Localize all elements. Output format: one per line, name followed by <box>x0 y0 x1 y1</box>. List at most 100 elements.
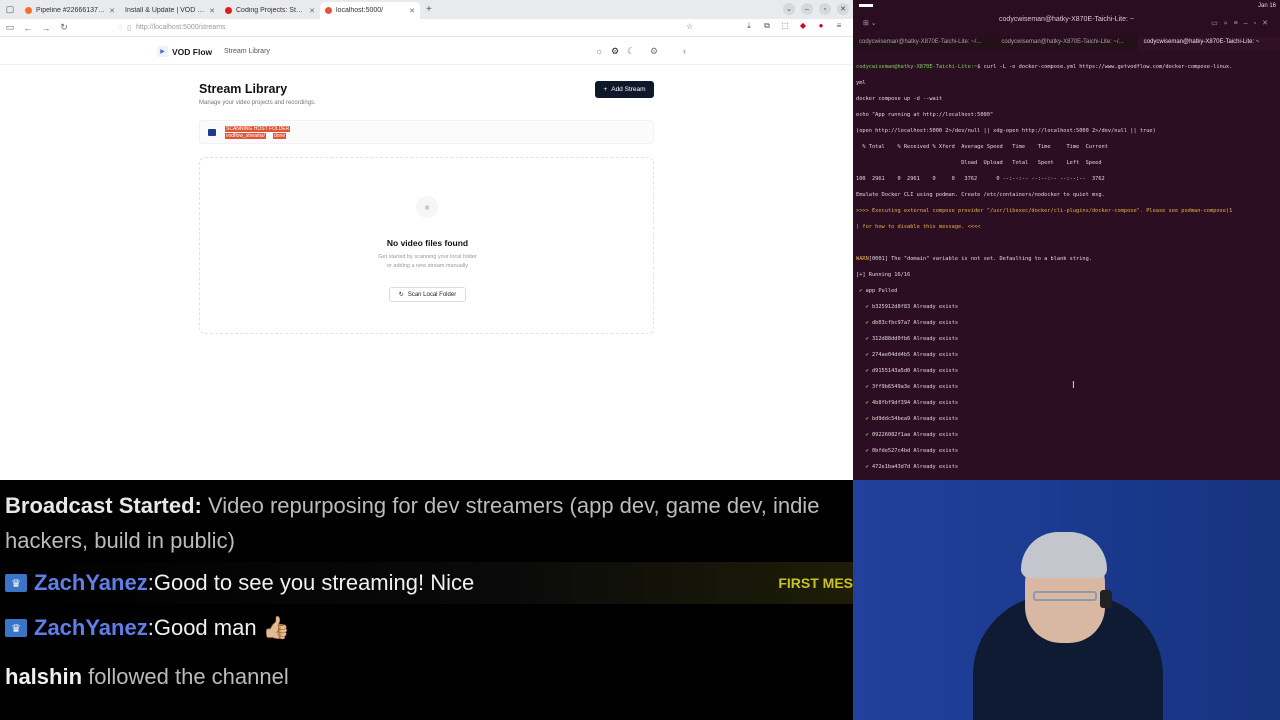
terminal-window: Jan 16 ⊞ ⌄ codycwiseman@hatky-X870E-Taic… <box>853 0 1280 480</box>
desktop: ▢ Pipeline #2266613707 · c ✕ Install & U… <box>0 0 1280 720</box>
crown-badge-icon: ♛ <box>5 619 27 637</box>
chat-username: ZachYanez <box>34 615 148 640</box>
tab-title: Install & Update | VOD Flow · r <box>125 7 205 14</box>
bookmark-star-icon[interactable]: ☆ <box>686 22 693 31</box>
empty-state-text: Get started by scanning your local folde… <box>378 254 477 260</box>
dark-theme-icon[interactable]: ☾ <box>627 46 635 57</box>
follow-alert: halshin followed the channel <box>5 664 289 690</box>
tab-title: localhost:5000/ <box>336 7 384 14</box>
tab-title: Pipeline #2266613707 · c <box>36 7 106 14</box>
page-info-icon: ▯ <box>127 24 132 32</box>
headset <box>1100 590 1112 608</box>
terminal-tab[interactable]: codycwiseman@hatky-X870E-Taichi-Lite: ~/… <box>853 37 995 50</box>
collapse-chevron-icon[interactable]: ‹ <box>683 46 686 56</box>
back-icon[interactable]: ← <box>20 20 36 36</box>
chat-text: Good to see you streaming! Nice <box>153 570 475 595</box>
address-bar[interactable]: ◌ ▯ http://localhost:5000/streams <box>118 21 703 34</box>
chat-message: ♛ ZachYanez : Good to see you streaming!… <box>0 562 853 604</box>
chat-text: Good man 👍🏼 <box>153 615 291 640</box>
plus-icon: + <box>603 86 608 93</box>
window-controls: ⌄ – ▫ ✕ <box>783 3 849 15</box>
browser-tab-localhost[interactable]: localhost:5000/ ✕ <box>320 2 420 19</box>
maximize-icon[interactable]: ▫ <box>819 3 831 15</box>
youtube-favicon-icon <box>225 7 232 14</box>
clock: Jan 16 <box>1257 3 1276 9</box>
tab-list-icon[interactable]: ⌄ <box>783 3 795 15</box>
browser-tab-pipeline[interactable]: Pipeline #2266613707 · c ✕ <box>20 2 120 19</box>
close-window-icon[interactable]: ✕ <box>837 3 849 15</box>
localhost-favicon-icon <box>325 7 332 14</box>
stream-chat-overlay: Broadcast Started: Video repurposing for… <box>0 480 853 720</box>
profile-icon[interactable]: ● <box>815 21 827 31</box>
gitlab-favicon-icon <box>25 7 32 14</box>
follow-text: followed the channel <box>88 664 289 689</box>
close-tab-icon[interactable]: ✕ <box>109 7 115 15</box>
light-theme-icon[interactable]: ☼ <box>595 46 603 56</box>
sidebar-toggle-icon[interactable]: ▭ <box>2 20 18 36</box>
browser-tab-bar: ▢ Pipeline #2266613707 · c ✕ Install & U… <box>0 0 853 19</box>
ublock-icon[interactable]: ◆ <box>797 21 809 31</box>
url-text: http://localhost:5000/streams <box>136 24 226 31</box>
browser-tab-install[interactable]: Install & Update | VOD Flow · r ✕ <box>120 2 220 19</box>
empty-state-card: ■ No video files found Get started by sc… <box>199 157 654 334</box>
page-title: Stream Library <box>199 82 288 96</box>
browser-tab-coding-projects[interactable]: Coding Projects: Stream ✕ <box>220 2 320 19</box>
scan-local-folder-button[interactable]: ↻ Scan Local Folder <box>389 287 466 302</box>
library-icon[interactable]: ⧉ <box>761 21 773 31</box>
empty-state-text: or adding a new stream manually <box>386 263 468 269</box>
play-icon: ▶ <box>157 46 168 57</box>
scan-status-bar: Scanning host folder vodflow_streams/ do… <box>199 120 654 144</box>
follower-name: halshin <box>5 664 83 689</box>
browser-nav-bar: ▭ ← → ↻ ◌ ▯ http://localhost:5000/stream… <box>0 19 853 37</box>
first-message-badge: FIRST MES <box>778 575 853 591</box>
logo-text: VOD Flow <box>172 46 213 57</box>
stream-library-main: Stream Library Manage your video project… <box>199 80 654 340</box>
folder-icon <box>208 129 216 136</box>
settings-gear-icon[interactable]: ⚙ <box>650 46 658 57</box>
page-subtitle: Manage your video projects and recording… <box>199 100 316 106</box>
app-header: ▶ VOD Flow Stream Library ☼ ⚙ ☾ ⚙ ‹ <box>0 38 853 65</box>
crown-badge-icon: ♛ <box>5 574 27 592</box>
scan-folder-path: vodflow_streams/ <box>225 133 266 139</box>
browser-window: ▢ Pipeline #2266613707 · c ✕ Install & U… <box>0 0 853 480</box>
nav-stream-library[interactable]: Stream Library <box>224 48 270 55</box>
close-tab-icon[interactable]: ✕ <box>409 7 415 15</box>
chat-message: ♛ ZachYanez : Good man 👍🏼 <box>0 607 853 649</box>
minimize-icon[interactable]: – <box>801 3 813 15</box>
text-cursor-icon: I <box>1072 380 1075 391</box>
webcam-feed <box>853 480 1280 720</box>
shield-icon: ◌ <box>118 24 123 31</box>
scan-status-text: Scanning host folder <box>225 126 291 132</box>
activities-indicator[interactable] <box>859 4 873 7</box>
terminal-tab-bar: codycwiseman@hatky-X870E-Taichi-Lite: ~/… <box>853 37 1280 50</box>
chat-username: ZachYanez <box>34 570 148 595</box>
new-tab-button[interactable]: + <box>420 0 438 19</box>
menu-icon[interactable]: ≡ <box>833 21 845 31</box>
system-theme-icon[interactable]: ⚙ <box>611 46 619 57</box>
add-stream-button[interactable]: + Add Stream <box>595 81 654 98</box>
empty-state-title: No video files found <box>386 238 469 248</box>
toolbar-right: ⤓ ⧉ ⬚ ◆ ● ≡ <box>743 21 845 31</box>
scan-button-label: Scan Local Folder <box>407 291 457 298</box>
terminal-window-controls[interactable]: ▭⌕≡–▫✕ <box>1211 19 1274 28</box>
glasses <box>1033 591 1097 601</box>
reload-icon[interactable]: ↻ <box>56 20 72 36</box>
terminal-titlebar: Jan 16 ⊞ ⌄ codycwiseman@hatky-X870E-Taic… <box>853 0 1280 37</box>
terminal-tab[interactable]: codycwiseman@hatky-X870E-Taichi-Lite: ~/… <box>995 37 1137 50</box>
close-tab-icon[interactable]: ✕ <box>209 7 215 15</box>
broadcast-label: Broadcast Started: <box>5 493 202 518</box>
scan-status-tag: done <box>273 133 287 139</box>
terminal-output[interactable]: codycwiseman@hatky-X870E-Taichi-Lite:~$ … <box>856 55 1277 480</box>
tab-overview-icon[interactable]: ▢ <box>0 0 20 19</box>
extensions-icon[interactable]: ⬚ <box>779 21 791 31</box>
terminal-tab-active[interactable]: codycwiseman@hatky-X870E-Taichi-Lite: ~ <box>1137 37 1280 50</box>
close-tab-icon[interactable]: ✕ <box>309 7 315 15</box>
app-logo[interactable]: ▶ VOD Flow <box>157 46 212 57</box>
video-camera-icon: ■ <box>416 196 438 218</box>
add-stream-label: Add Stream <box>611 86 646 93</box>
refresh-icon: ↻ <box>398 292 404 298</box>
broadcast-banner: Broadcast Started: Video repurposing for… <box>5 488 853 558</box>
forward-icon[interactable]: → <box>38 20 54 36</box>
downloads-icon[interactable]: ⤓ <box>743 21 755 31</box>
tab-title: Coding Projects: Stream <box>236 7 306 14</box>
